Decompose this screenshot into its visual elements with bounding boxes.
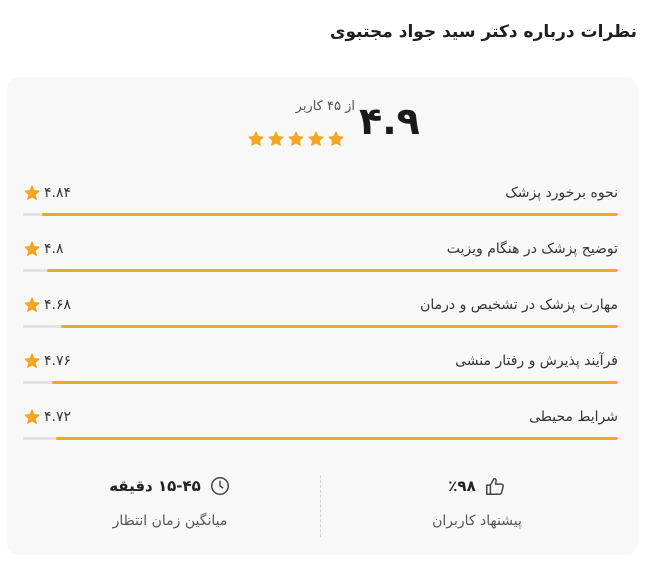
criterion-row: نحوه برخورد پزشک ۴.۸۴ <box>7 173 638 229</box>
criterion-bar-fill <box>46 269 618 272</box>
recommend-label: پیشنهاد کاربران <box>432 513 522 529</box>
criteria-list: نحوه برخورد پزشک ۴.۸۴ توضیح پزشک در هنگام … <box>7 173 638 453</box>
star-icon <box>23 296 41 314</box>
overall-score: ۴.۹ <box>359 99 420 143</box>
stats-footer: ۱۵-۴۵ دقیقه میانگین زمان انتظار ٪۹۸ پیشن… <box>7 467 638 547</box>
criterion-label: مهارت پزشک در تشخیص و درمان <box>420 297 618 313</box>
star-icon <box>23 408 41 426</box>
criterion-bar-track <box>23 269 618 272</box>
criterion-row: فرآیند پذیرش و رفتار منشی ۴.۷۶ <box>7 341 638 397</box>
criterion-label: توضیح پزشک در هنگام ویزیت <box>446 241 618 257</box>
star-icon <box>307 130 325 148</box>
criterion-bar-fill <box>61 325 618 328</box>
wait-time-value: ۱۵-۴۵ دقیقه <box>109 477 201 495</box>
stats-divider <box>320 475 321 537</box>
criterion-bar-track <box>23 381 618 384</box>
criterion-label: نحوه برخورد پزشک <box>505 185 618 201</box>
criterion-bar-fill <box>51 381 618 384</box>
criterion-label: شرایط محیطی <box>529 409 618 425</box>
rating-summary: ۴.۹ از ۴۵ کاربر <box>7 77 638 167</box>
criterion-score-value: ۴.۶۸ <box>44 297 72 313</box>
overall-stars <box>247 130 345 148</box>
criterion-row: مهارت پزشک در تشخیص و درمان ۴.۶۸ <box>7 285 638 341</box>
star-icon <box>23 184 41 202</box>
criterion-score-value: ۴.۸ <box>44 241 64 257</box>
criterion-bar-track <box>23 325 618 328</box>
recommend-stat: ٪۹۸ پیشنهاد کاربران <box>327 467 627 529</box>
star-icon <box>287 130 305 148</box>
criterion-score-value: ۴.۷۲ <box>44 409 72 425</box>
criterion-score: ۴.۷۶ <box>23 352 71 370</box>
star-icon <box>267 130 285 148</box>
star-icon <box>247 130 265 148</box>
reviews-card: ۴.۹ از ۴۵ کاربر نحوه برخورد پزشک ۴.۸۴ توضی… <box>7 77 638 555</box>
star-icon <box>23 352 41 370</box>
criterion-row: توضیح پزشک در هنگام ویزیت ۴.۸ <box>7 229 638 285</box>
reviewer-count: از ۴۵ کاربر <box>295 99 355 114</box>
criterion-bar-fill <box>56 437 618 440</box>
criterion-score: ۴.۸ <box>23 240 64 258</box>
recommend-value: ٪۹۸ <box>448 477 476 495</box>
criterion-bar-fill <box>42 213 618 216</box>
clock-icon <box>209 475 231 497</box>
criterion-score-value: ۴.۷۶ <box>44 353 72 369</box>
star-icon <box>327 130 345 148</box>
criterion-score: ۴.۷۲ <box>23 408 71 426</box>
wait-time-stat: ۱۵-۴۵ دقیقه میانگین زمان انتظار <box>20 467 320 529</box>
criterion-label: فرآیند پذیرش و رفتار منشی <box>455 353 618 369</box>
wait-time-label: میانگین زمان انتظار <box>112 513 228 529</box>
star-icon <box>23 240 41 258</box>
criterion-score: ۴.۶۸ <box>23 296 71 314</box>
criterion-bar-track <box>23 213 618 216</box>
criterion-score: ۴.۸۴ <box>23 184 71 202</box>
criterion-bar-track <box>23 437 618 440</box>
thumbs-up-icon <box>484 475 506 497</box>
criterion-score-value: ۴.۸۴ <box>44 185 72 201</box>
reviews-section-title: نظرات درباره دکتر سید جواد مجتبوی <box>329 22 637 42</box>
criterion-row: شرایط محیطی ۴.۷۲ <box>7 397 638 453</box>
